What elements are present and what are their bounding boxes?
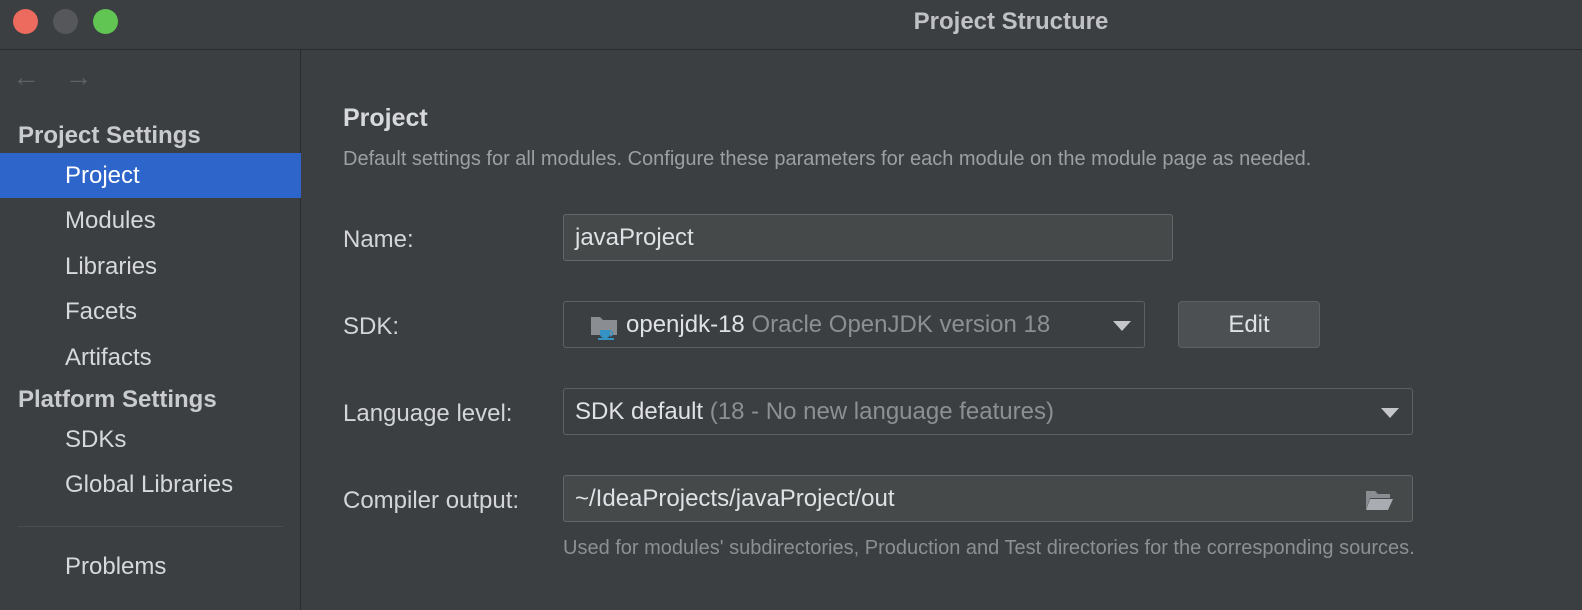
sdk-detail: Oracle OpenJDK version 18 (751, 311, 1051, 338)
sdk-select[interactable]: openjdk-18 Oracle OpenJDK version 18 (563, 301, 1145, 348)
compiler-output-input[interactable]: ~/IdeaProjects/javaProject/out (563, 475, 1413, 522)
page-title: Project (343, 104, 428, 132)
sidebar-item-label: Artifacts (65, 344, 152, 371)
chevron-down-icon (1381, 408, 1399, 418)
sidebar-item-sdks[interactable]: SDKs (0, 417, 301, 462)
language-level-label: Language level: (343, 400, 513, 427)
sidebar-item-label: Global Libraries (65, 471, 234, 498)
window-title: Project Structure (913, 8, 1109, 35)
project-name-value: javaProject (575, 224, 694, 251)
sidebar-item-modules[interactable]: Modules (0, 198, 301, 243)
nav-arrows: ← → (12, 62, 112, 92)
sidebar-item-libraries[interactable]: Libraries (0, 244, 301, 289)
sidebar-item-label: Facets (65, 298, 138, 325)
platform-settings-heading: Platform Settings (18, 386, 217, 413)
main-panel: Project Default settings for all modules… (301, 50, 1582, 610)
compiler-output-value: ~/IdeaProjects/javaProject/out (575, 485, 895, 512)
title-bar: Project Structure (0, 0, 1582, 50)
project-settings-heading: Project Settings (18, 122, 201, 149)
sdk-label: SDK: (343, 313, 400, 340)
page-description: Default settings for all modules. Config… (343, 148, 1312, 170)
language-level-select[interactable]: SDK default (18 - No new language featur… (563, 388, 1413, 435)
language-level-value: SDK default (575, 398, 704, 425)
chevron-down-icon (1113, 321, 1131, 331)
sidebar-item-problems[interactable]: Problems (0, 544, 301, 589)
forward-arrow-icon[interactable]: → (64, 62, 92, 92)
sidebar-item-facets[interactable]: Facets (0, 289, 301, 334)
sidebar-item-label: Problems (65, 553, 167, 580)
sidebar-item-project[interactable]: Project (0, 153, 301, 198)
sidebar-item-label: Project (65, 162, 140, 189)
sidebar: ← → Project Settings Project Modules Lib… (0, 50, 301, 610)
compiler-output-label: Compiler output: (343, 487, 520, 514)
jdk-folder-icon (591, 317, 617, 340)
sidebar-item-global-libraries[interactable]: Global Libraries (0, 462, 301, 507)
compiler-output-hint: Used for modules' subdirectories, Produc… (563, 537, 1415, 559)
folder-open-icon[interactable] (1364, 488, 1394, 512)
language-level-detail: (18 - No new language features) (709, 398, 1054, 425)
sidebar-item-label: SDKs (65, 426, 127, 453)
sdk-value: openjdk-18 (626, 311, 745, 338)
sidebar-item-label: Libraries (65, 253, 158, 280)
sidebar-item-artifacts[interactable]: Artifacts (0, 335, 301, 380)
sdk-text: openjdk-18 Oracle OpenJDK version 18 (626, 302, 1098, 347)
edit-sdk-button[interactable]: Edit (1178, 301, 1320, 348)
back-arrow-icon[interactable]: ← (12, 62, 40, 92)
sidebar-divider (18, 526, 283, 527)
name-label: Name: (343, 226, 414, 253)
sidebar-item-label: Modules (65, 207, 156, 234)
project-name-input[interactable]: javaProject (563, 214, 1173, 261)
